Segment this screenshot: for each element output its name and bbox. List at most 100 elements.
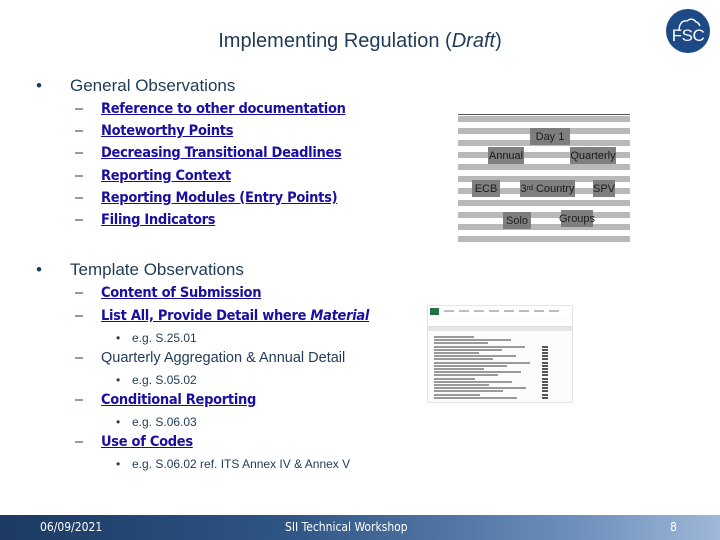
template-item: – List All, Provide Detail where Material (75, 308, 369, 324)
link-use-of-codes[interactable]: Use of Codes (101, 434, 193, 450)
excel-ribbon-tab (549, 310, 559, 312)
title-end: ) (495, 30, 502, 52)
example-text: e.g. S.25.01 (132, 331, 197, 345)
dash: – (75, 168, 84, 184)
link-reporting-context[interactable]: Reporting Context (101, 168, 231, 184)
example-text: e.g. S.05.02 (132, 373, 197, 387)
excel-row-code (542, 371, 548, 374)
excel-row-text (434, 364, 507, 367)
excel-ribbon-tab (474, 310, 484, 312)
excel-row-code (542, 387, 548, 390)
link-content-of-submission[interactable]: Content of Submission (101, 285, 262, 301)
overlay-solo: Solo (503, 212, 531, 229)
excel-row-code (542, 380, 548, 383)
link-list-all[interactable]: List All, Provide Detail where Material (101, 308, 369, 324)
excel-row-text (434, 387, 526, 390)
excel-row-code (542, 348, 548, 351)
heading-text: General Observations (70, 76, 236, 95)
dash: – (75, 350, 84, 366)
link-reporting-modules[interactable]: Reporting Modules (Entry Points) (101, 190, 338, 206)
link-italic-text: Material (310, 308, 370, 324)
footer-bar: 06/09/2021 SII Technical Workshop 8 (0, 515, 720, 540)
excel-ribbon (428, 306, 572, 318)
footer-event-title: SII Technical Workshop (285, 520, 408, 534)
dash: – (75, 308, 84, 324)
link-text: List All, Provide Detail where (101, 308, 311, 324)
general-item: – Decreasing Transitional Deadlines (75, 145, 342, 161)
overlay-ecb: ECB (472, 180, 500, 197)
template-item: – Quarterly Aggregation & Annual Detail (75, 350, 345, 366)
general-item: – Reporting Context (75, 168, 231, 184)
example-text: e.g. S.06.03 (132, 415, 197, 429)
excel-row-code (542, 355, 548, 358)
sub-bullet: • (116, 331, 121, 345)
excel-row-code (542, 368, 548, 370)
excel-row-text (434, 374, 498, 377)
table-header (458, 94, 630, 115)
link-noteworthy-points[interactable]: Noteworthy Points (101, 123, 233, 139)
excel-row-text (434, 396, 517, 399)
sub-bullet: • (116, 457, 121, 471)
excel-row-text (434, 377, 475, 380)
dash: – (75, 212, 84, 228)
link-reference-documentation[interactable]: Reference to other documentation (101, 101, 346, 117)
example-item: • e.g. S.25.01 (116, 331, 197, 345)
island-outline-icon (678, 18, 701, 32)
excel-row-text (434, 358, 493, 361)
dash: – (75, 434, 84, 450)
excel-row-text (434, 380, 512, 383)
template-item: – Conditional Reporting (75, 392, 256, 408)
excel-file-tab-icon (430, 308, 439, 315)
excel-row-code (542, 358, 548, 361)
excel-row-code (542, 374, 548, 377)
dash: – (75, 190, 84, 206)
excel-row-text (434, 342, 488, 345)
general-item: – Reporting Modules (Entry Points) (75, 190, 338, 206)
excel-row-code (542, 393, 548, 396)
excel-ribbon-tab (489, 310, 499, 312)
table-row (458, 242, 630, 248)
link-transitional-deadlines[interactable]: Decreasing Transitional Deadlines (101, 145, 342, 161)
excel-row-text (434, 352, 479, 354)
example-item: • e.g. S.06.02 ref. ITS Annex IV & Annex … (116, 457, 350, 471)
dash: – (75, 123, 84, 139)
overlay-quarterly: Quarterly (570, 147, 616, 164)
slide-number: 8 (670, 520, 677, 534)
excel-row-text (434, 336, 474, 338)
excel-ribbon-tab (444, 310, 454, 312)
general-item: – Reference to other documentation (75, 101, 346, 117)
excel-row-text (434, 348, 502, 351)
slide-title: Implementing Regulation (Draft) (0, 30, 720, 53)
link-filing-indicators[interactable]: Filing Indicators (101, 212, 216, 228)
excel-ribbon-tab (504, 310, 514, 312)
dash: – (75, 392, 84, 408)
excel-row-text (434, 371, 521, 374)
template-item: – Content of Submission (75, 285, 262, 301)
excel-row-code (542, 364, 548, 367)
bullet: • (36, 260, 42, 279)
general-observations-heading: • General Observations (36, 76, 235, 96)
excel-ribbon-tab (534, 310, 544, 312)
sub-bullet: • (116, 415, 121, 429)
bullet: • (36, 76, 42, 95)
excel-row-code (542, 390, 548, 393)
excel-column-headers (428, 327, 572, 331)
excel-row-code (542, 396, 548, 399)
footer-date: 06/09/2021 (40, 520, 103, 534)
excel-template-image (427, 305, 573, 403)
title-text: Implementing Regulation ( (218, 30, 452, 52)
excel-row-code (542, 345, 548, 348)
example-text: e.g. S.06.02 ref. ITS Annex IV & Annex V (132, 457, 351, 471)
fsc-logo: FSC (666, 9, 710, 53)
overlay-day1: Day 1 (530, 128, 570, 145)
excel-row-code (542, 361, 548, 364)
excel-ribbon-tab (519, 310, 529, 312)
link-conditional-reporting[interactable]: Conditional Reporting (101, 392, 256, 408)
dash: – (75, 101, 84, 117)
excel-ribbon-tab (459, 310, 469, 312)
entry-points-table-image: Day 1 Annual Quarterly ECB 3rd Country S… (458, 88, 630, 252)
example-item: • e.g. S.05.02 (116, 373, 197, 387)
excel-formula-bar (428, 320, 572, 327)
excel-row-code (542, 352, 548, 354)
template-item: – Use of Codes (75, 434, 193, 450)
